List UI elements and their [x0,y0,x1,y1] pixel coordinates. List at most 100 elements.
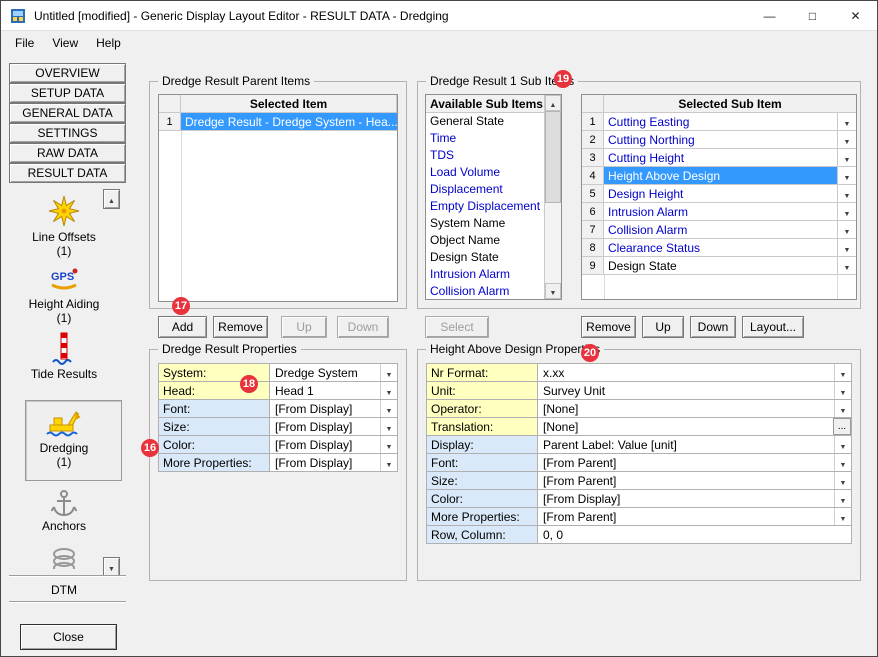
up-sub-button[interactable]: Up [642,316,684,338]
sidebar-item-settings[interactable]: SETTINGS [9,123,126,143]
table-row[interactable]: 1 Dredge Result - Dredge System - Hea... [159,113,397,131]
scrollbar-down-button[interactable] [545,283,561,299]
remove-parent-button[interactable]: Remove [213,316,268,338]
dropdown-button[interactable] [380,382,397,399]
sub-item-value[interactable]: Design State [604,257,838,275]
tide-results-icon[interactable] [51,331,77,365]
sidebar-item-setup-data[interactable]: SETUP DATA [9,83,126,103]
height-aiding-icon[interactable]: GPS [48,265,80,295]
table-row[interactable]: 9 Design State [582,257,856,275]
more-properties-select[interactable]: [From Display] [270,453,398,472]
sub-item-value[interactable]: Cutting Height [604,149,838,167]
up-parent-button[interactable]: Up [281,316,327,338]
system-select[interactable]: Dredge System [270,363,398,382]
color-select[interactable]: [From Display] [538,489,852,508]
height-aiding-label[interactable]: Height Aiding [9,297,119,311]
list-item[interactable]: Design State [426,249,561,266]
sidebar-item-result-data[interactable]: RESULT DATA [9,163,126,183]
available-list-scrollbar[interactable] [544,95,561,299]
dropdown-button[interactable] [834,508,851,525]
table-row[interactable]: 3 Cutting Height [582,149,856,167]
anchors-label[interactable]: Anchors [9,519,119,533]
sub-item-value[interactable]: Cutting Easting [604,113,838,131]
list-item[interactable]: System Name [426,215,561,232]
row-dropdown-button[interactable] [838,203,856,221]
list-item[interactable]: Object Name [426,232,561,249]
list-item[interactable]: Time [426,130,561,147]
close-button[interactable]: Close [20,624,117,650]
row-dropdown-button[interactable] [838,167,856,185]
row-dropdown-button[interactable] [838,257,856,275]
parent-item-value[interactable]: Dredge Result - Dredge System - Hea... [181,113,397,131]
dtm-icon[interactable] [51,545,77,569]
scrollbar-up-button[interactable] [545,95,561,111]
remove-sub-button[interactable]: Remove [581,316,636,338]
dropdown-button[interactable] [380,418,397,435]
line-offsets-label[interactable]: Line Offsets [9,230,119,244]
list-item[interactable]: Collision Alarm [426,283,561,300]
table-row[interactable]: 1 Cutting Easting [582,113,856,131]
font-select[interactable]: [From Display] [270,399,398,418]
sub-item-value[interactable]: Height Above Design [604,167,838,185]
table-row[interactable]: 7 Collision Alarm [582,221,856,239]
dtm-label[interactable]: DTM [9,583,119,597]
dropdown-button[interactable] [380,454,397,471]
dropdown-button[interactable] [380,364,397,381]
list-item[interactable]: Empty Displacement [426,198,561,215]
ellipsis-button[interactable]: ... [833,418,851,435]
menu-help[interactable]: Help [87,33,130,53]
minimize-button[interactable]: — [748,1,791,31]
sidebar-item-raw-data[interactable]: RAW DATA [9,143,126,163]
row-dropdown-button[interactable] [838,131,856,149]
table-row[interactable]: 5 Design Height [582,185,856,203]
down-sub-button[interactable]: Down [690,316,736,338]
translation-field[interactable]: [None] ... [538,417,852,436]
dropdown-button[interactable] [834,382,851,399]
scroll-down-button[interactable] [103,557,120,577]
tide-results-label[interactable]: Tide Results [9,367,119,381]
table-row[interactable]: 6 Intrusion Alarm [582,203,856,221]
dredging-icon[interactable] [46,406,82,440]
maximize-button[interactable]: □ [791,1,834,31]
table-row[interactable]: 8 Clearance Status [582,239,856,257]
table-row-selected[interactable]: 4 Height Above Design [582,167,856,185]
dropdown-button[interactable] [380,400,397,417]
size-select[interactable]: [From Display] [270,417,398,436]
anchors-icon[interactable] [48,488,80,520]
unit-select[interactable]: Survey Unit [538,381,852,400]
display-select[interactable]: Parent Label: Value [unit] [538,435,852,454]
sub-item-value[interactable]: Intrusion Alarm [604,203,838,221]
dropdown-button[interactable] [834,490,851,507]
layout-button[interactable]: Layout... [742,316,804,338]
dropdown-button[interactable] [380,436,397,453]
sub-item-value[interactable]: Cutting Northing [604,131,838,149]
font-select[interactable]: [From Parent] [538,453,852,472]
select-button[interactable]: Select [425,316,489,338]
table-row[interactable]: 2 Cutting Northing [582,131,856,149]
sidebar-item-general-data[interactable]: GENERAL DATA [9,103,126,123]
list-item[interactable]: General State [426,113,561,130]
sub-item-value[interactable]: Design Height [604,185,838,203]
nr-format-select[interactable]: x.xx [538,363,852,382]
line-offsets-icon[interactable] [46,193,82,229]
row-dropdown-button[interactable] [838,185,856,203]
row-column-field[interactable]: 0, 0 [538,525,852,544]
dropdown-button[interactable] [834,364,851,381]
row-dropdown-button[interactable] [838,239,856,257]
scroll-up-button[interactable] [103,189,120,209]
down-parent-button[interactable]: Down [337,316,389,338]
list-item[interactable]: TDS [426,147,561,164]
close-window-button[interactable]: ✕ [834,1,877,31]
color-select[interactable]: [From Display] [270,435,398,454]
dredging-label[interactable]: Dredging [9,441,119,455]
menu-file[interactable]: File [6,33,43,53]
more-properties-select[interactable]: [From Parent] [538,507,852,526]
dropdown-button[interactable] [834,400,851,417]
dropdown-button[interactable] [834,472,851,489]
sub-item-value[interactable]: Clearance Status [604,239,838,257]
add-button[interactable]: Add [158,316,207,338]
row-dropdown-button[interactable] [838,221,856,239]
list-item[interactable]: Intrusion Alarm [426,266,561,283]
head-select[interactable]: Head 1 [270,381,398,400]
row-dropdown-button[interactable] [838,113,856,131]
